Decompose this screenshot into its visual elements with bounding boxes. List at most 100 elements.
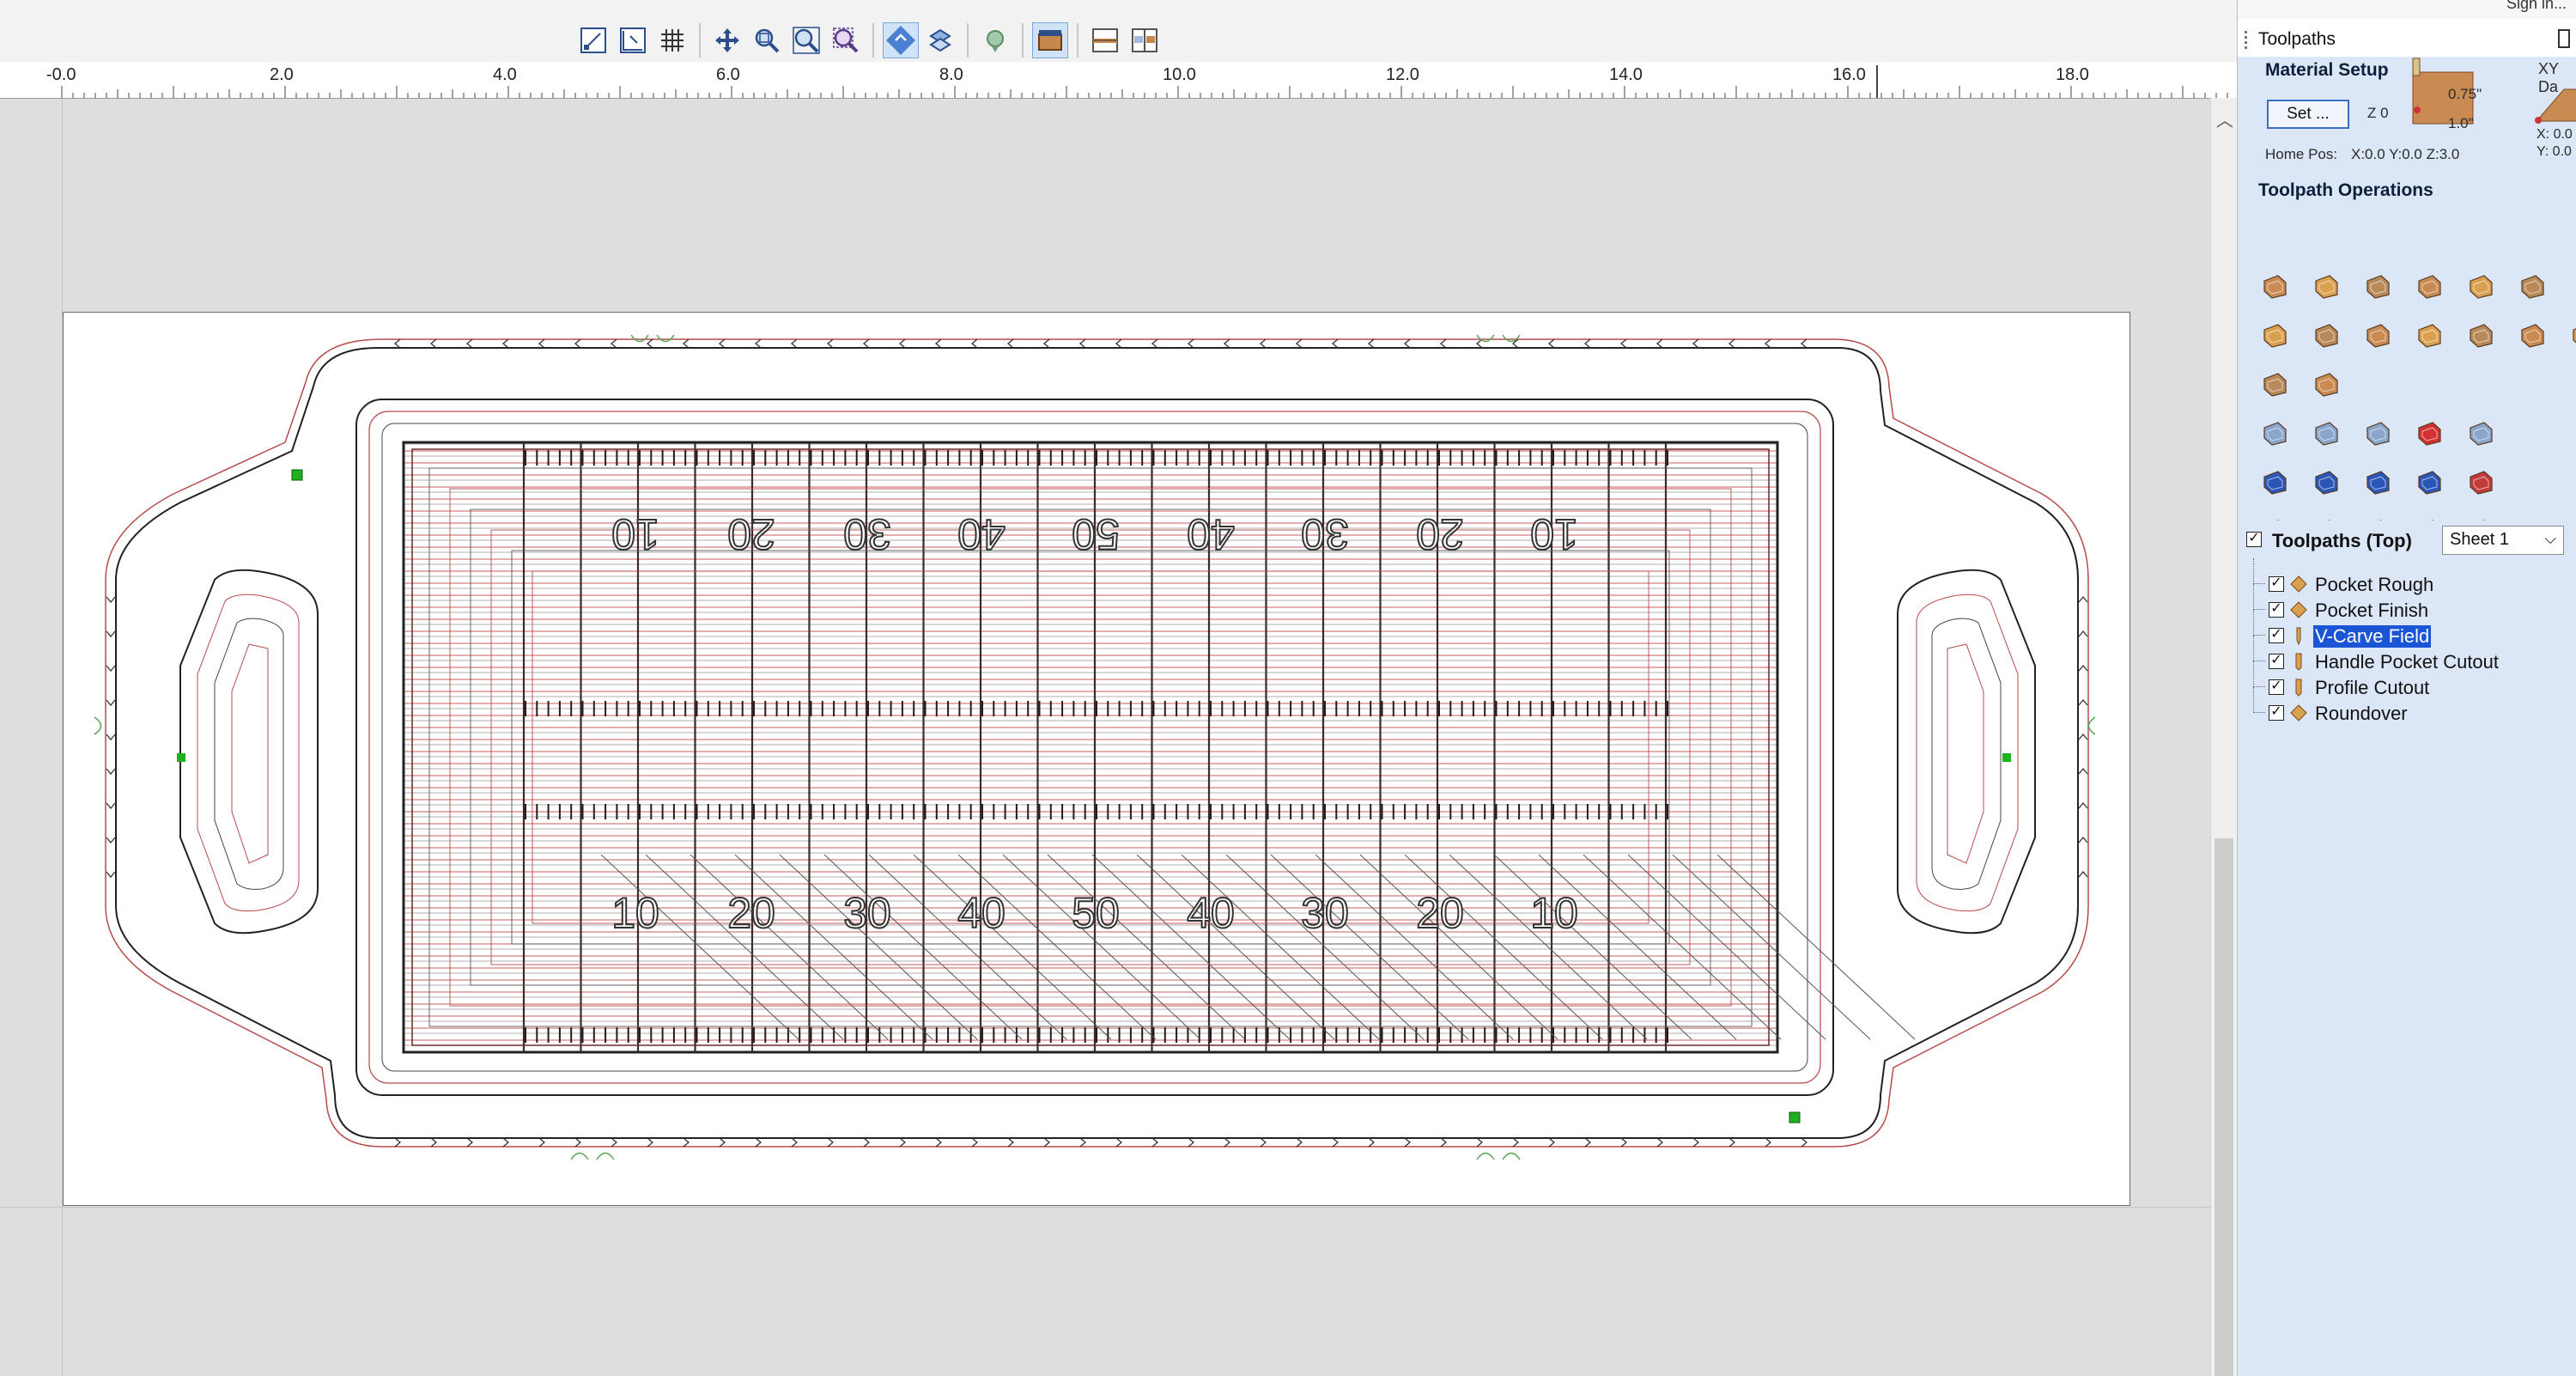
toolpath-item-handle-pocket-cutout[interactable]: ✓ Handle Pocket Cutout — [2238, 636, 2576, 673]
drag-grip-icon[interactable] — [2245, 31, 2247, 50]
panel-body: Material Setup Set ... Z 0 0.75" 1.0" Ho… — [2238, 57, 2576, 1376]
template-update-icon[interactable] — [2409, 462, 2449, 502]
direction-arrow — [1620, 1137, 1628, 1148]
quick-engrave-icon[interactable] — [2409, 266, 2449, 306]
yard-number: 10 — [1530, 510, 1578, 558]
ruler-ticks — [61, 65, 2228, 98]
material-thickness-diagram — [2412, 58, 2474, 125]
direction-arrow — [1439, 338, 1447, 349]
direction-arrow — [791, 1137, 799, 1148]
home-pos-label: Home Pos: — [2265, 146, 2338, 162]
direction-arrow — [2078, 836, 2088, 843]
scroll-up-arrow-icon[interactable]: ︿ — [2216, 107, 2233, 131]
direction-arrow — [2078, 595, 2088, 603]
toolpath-item-profile-cutout[interactable]: ✓ Profile Cutout — [2238, 661, 2576, 699]
toolbar-divider — [872, 23, 874, 58]
yard-number: 10 — [611, 510, 659, 558]
toolpath-item-pocket-rough[interactable]: ✓ Pocket Rough — [2238, 558, 2576, 596]
direction-arrow — [1764, 338, 1771, 349]
node-handle[interactable] — [2002, 753, 2011, 762]
toolpath-checkbox[interactable]: ✓ — [2269, 576, 2284, 592]
direction-arrow — [538, 338, 545, 349]
direction-arrow — [2078, 664, 2088, 672]
pocket-op-icon[interactable] — [2306, 266, 2346, 306]
node-handle[interactable] — [177, 753, 185, 762]
extra-op-icon[interactable] — [2564, 315, 2576, 355]
pocket-toolpath-icon — [2290, 575, 2307, 593]
texture-text-icon[interactable] — [2461, 266, 2500, 306]
sign-in-link[interactable]: Sign in... — [2506, 0, 2567, 13]
material-set-button[interactable]: Set ... — [2267, 100, 2349, 129]
grid-icon[interactable] — [654, 22, 690, 58]
node-handle[interactable] — [1789, 1111, 1801, 1123]
vertical-scrollbar[interactable]: ︿ — [2210, 98, 2238, 1376]
template-edit-icon[interactable] — [2461, 462, 2500, 502]
fluting-op-icon[interactable] — [2358, 315, 2397, 355]
direction-arrow — [106, 699, 116, 707]
direction-arrow — [106, 630, 116, 638]
prism-carve-icon[interactable] — [2306, 315, 2346, 355]
toolpath-design-canvas[interactable]: 10 20 30 40 50 40 30 20 10 10 20 30 40 50 40 30 20 10 — [0, 99, 2210, 1376]
chamfer-op-icon[interactable] — [2461, 315, 2500, 355]
zoom-selection-icon[interactable] — [828, 22, 864, 58]
direction-arrow — [501, 338, 509, 349]
edit-rulers-icon[interactable] — [615, 22, 651, 58]
merge-toolpaths-icon[interactable] — [2255, 413, 2294, 453]
toolpath-item-v-carve-field[interactable]: ✓ V-Carve Field — [2238, 610, 2576, 648]
direction-arrow — [1260, 1137, 1267, 1148]
template-save-icon[interactable] — [2255, 462, 2294, 502]
direction-arrow — [1115, 1137, 1123, 1148]
delete-toolpath-icon[interactable] — [2409, 413, 2449, 453]
toolpath-item-pocket-finish[interactable]: ✓ Pocket Finish — [2238, 584, 2576, 622]
drilling-op-icon[interactable] — [2358, 266, 2397, 306]
direction-arrow — [2078, 801, 2088, 809]
toolpath-checkbox[interactable]: ✓ — [2269, 628, 2284, 643]
toolpath-checkbox[interactable]: ✓ — [2269, 705, 2284, 721]
toolpath-item-roundover[interactable]: ✓ Roundover — [2238, 687, 2576, 725]
material-view-icon[interactable] — [1032, 22, 1068, 58]
tree-connector — [2253, 687, 2254, 713]
template-merge-icon[interactable] — [2358, 462, 2397, 502]
zoom-box-icon[interactable] — [749, 22, 785, 58]
3d-roughing-icon[interactable] — [2255, 364, 2294, 404]
toolpath-checkbox[interactable]: ✓ — [2269, 602, 2284, 618]
template-load-icon[interactable] — [2306, 462, 2346, 502]
direction-arrow — [1042, 338, 1050, 349]
direction-arrow — [646, 338, 653, 349]
node-handle[interactable] — [291, 469, 303, 481]
toolpath-preview-icon[interactable] — [977, 22, 1013, 58]
texture-op-icon[interactable] — [2512, 315, 2552, 355]
snap-icon[interactable] — [883, 22, 919, 58]
zoom-extents-icon[interactable] — [788, 22, 824, 58]
direction-arrow — [898, 338, 906, 349]
vcarve-op-icon[interactable] — [2255, 315, 2294, 355]
moulding-op-icon[interactable] — [2409, 315, 2449, 355]
tree-connector — [2253, 584, 2254, 610]
yard-number: 10 — [1530, 889, 1578, 937]
direction-arrow — [1584, 1137, 1592, 1148]
edit-toolpath-icon[interactable] — [2306, 413, 2346, 453]
layer-view-icon[interactable] — [1087, 22, 1123, 58]
calculator-icon[interactable] — [2461, 413, 2500, 453]
profile-toolpath-icon — [2295, 679, 2302, 697]
copy-toolpath-icon[interactable] — [2358, 413, 2397, 453]
sheet-select[interactable]: Sheet 1 ⌵ — [2442, 526, 2564, 555]
toolpath-operations-label: Toolpath Operations — [2258, 180, 2433, 200]
3d-finishing-icon[interactable] — [2306, 364, 2346, 404]
yard-number: 40 — [957, 889, 1005, 937]
scrollbar-thumb[interactable] — [2215, 838, 2233, 1376]
toolpaths-visible-checkbox[interactable]: ✓ — [2246, 532, 2262, 547]
split-view-icon[interactable] — [1127, 22, 1163, 58]
transform-icon[interactable] — [922, 22, 958, 58]
toolpath-checkbox[interactable]: ✓ — [2269, 679, 2284, 695]
direction-arrow — [935, 1137, 943, 1148]
profile-op-icon[interactable] — [2255, 266, 2294, 306]
ruler-label: 18.0 — [2056, 65, 2089, 84]
handle-pocket-left[interactable] — [179, 569, 319, 935]
pin-icon[interactable] — [2558, 29, 2570, 48]
inlay-op-icon[interactable] — [2512, 266, 2552, 306]
pan-icon[interactable] — [709, 22, 745, 58]
draw-selection-icon[interactable] — [575, 22, 611, 58]
handle-pocket-right[interactable] — [1897, 569, 2036, 935]
toolpath-checkbox[interactable]: ✓ — [2269, 654, 2284, 669]
